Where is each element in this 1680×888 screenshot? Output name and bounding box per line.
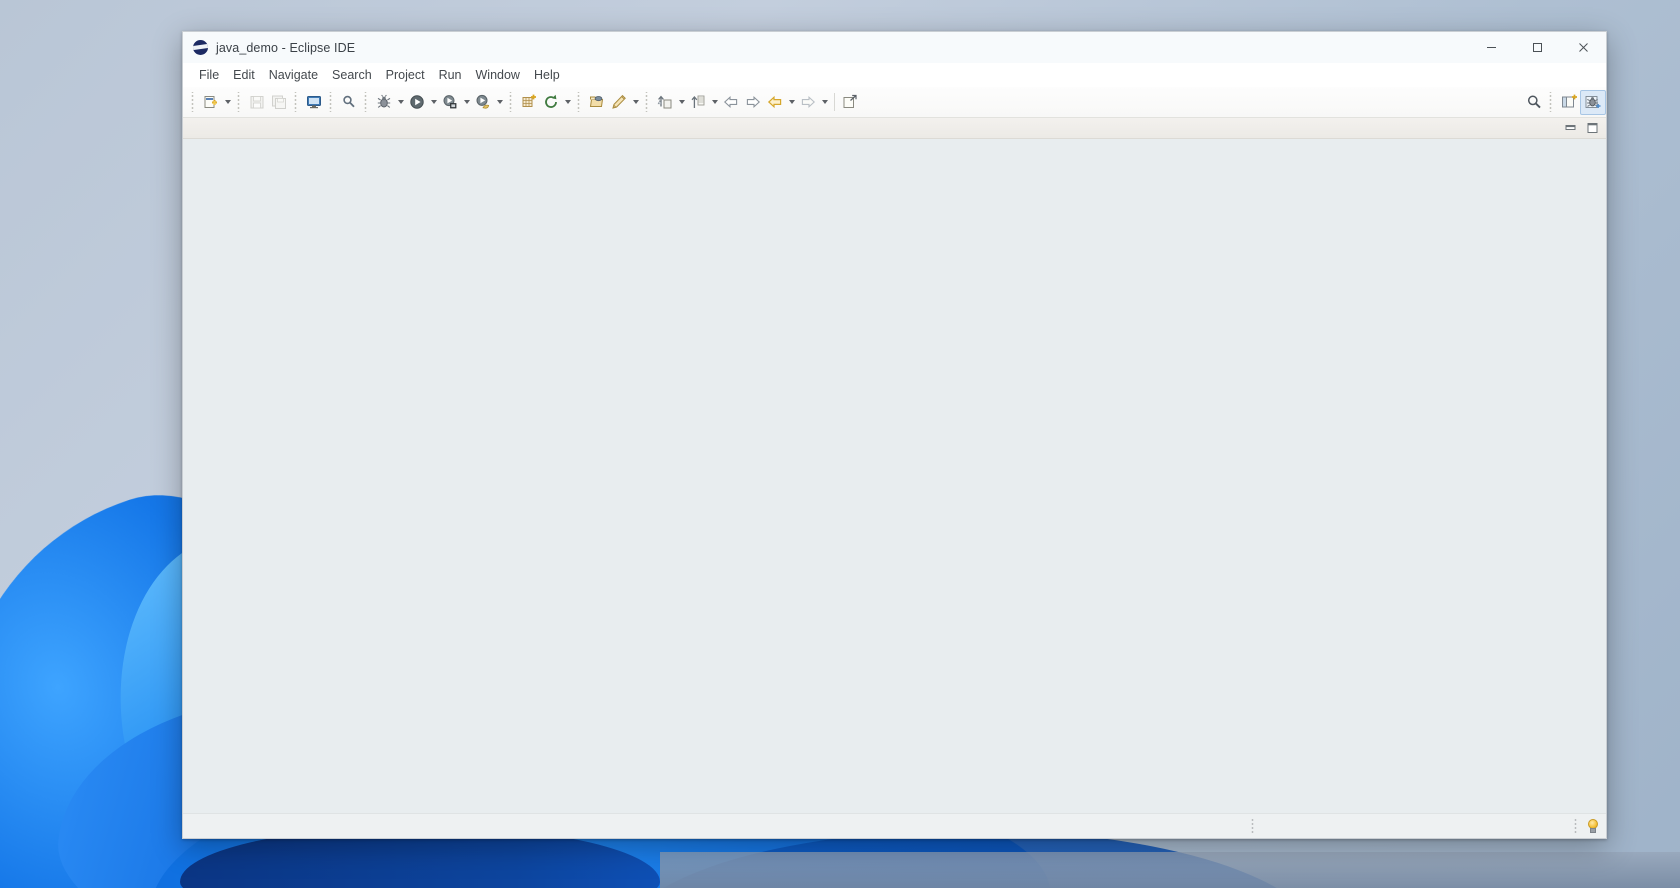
toolbar-grip-8[interactable] [644, 92, 651, 112]
save-all-icon [268, 91, 290, 113]
previous-edit-location-icon[interactable] [720, 91, 742, 113]
menu-window[interactable]: Window [469, 65, 527, 85]
save-icon [246, 91, 268, 113]
previous-annotation-dropdown-arrow[interactable] [709, 91, 720, 113]
profile-dropdown-arrow[interactable] [461, 91, 472, 113]
tip-lightbulb-icon[interactable] [1586, 818, 1600, 834]
minimize-icon[interactable] [1468, 32, 1514, 63]
toolbar-grip-9[interactable] [1548, 92, 1555, 112]
next-annotation-dropdown-arrow[interactable] [676, 91, 687, 113]
toolbar-grip-2[interactable] [236, 92, 243, 112]
menu-run[interactable]: Run [432, 65, 469, 85]
new-java-project-icon[interactable] [518, 91, 540, 113]
coverage-dropdown-arrow[interactable] [494, 91, 505, 113]
search-pencil-dropdown-arrow[interactable] [630, 91, 641, 113]
eclipse-main-window: java_demo - Eclipse IDE File Edit Naviga… [182, 31, 1607, 839]
maximize-editor-area-icon[interactable] [1586, 122, 1599, 135]
refresh-dropdown-arrow[interactable] [562, 91, 573, 113]
close-icon[interactable] [1560, 32, 1606, 63]
forward-navigation-icon [797, 91, 819, 113]
menu-navigate[interactable]: Navigate [262, 65, 325, 85]
menubar: File Edit Navigate Search Project Run Wi… [183, 63, 1606, 87]
console-icon[interactable] [303, 91, 325, 113]
status-drag-handle-right-icon[interactable] [1574, 818, 1580, 834]
status-drag-handle-icon[interactable] [1251, 818, 1257, 834]
eclipse-logo-icon [193, 40, 208, 55]
open-perspective-icon[interactable] [1558, 91, 1580, 113]
empty-editor-area[interactable] [183, 139, 1606, 813]
external-tools-icon[interactable] [839, 91, 861, 113]
next-annotation-icon[interactable] [654, 91, 676, 113]
editor-area-toolbar [183, 118, 1606, 139]
run-play-icon[interactable] [406, 91, 428, 113]
maximize-icon[interactable] [1514, 32, 1560, 63]
open-type-icon[interactable] [586, 91, 608, 113]
toolbar-grip-7[interactable] [576, 92, 583, 112]
toolbar-grip[interactable] [190, 92, 197, 112]
refresh-sync-icon[interactable] [540, 91, 562, 113]
new-wizard-icon[interactable] [200, 91, 222, 113]
back-navigation-dropdown-arrow[interactable] [786, 91, 797, 113]
toolbar-separator [834, 93, 835, 111]
run-dropdown-arrow[interactable] [428, 91, 439, 113]
window-titlebar[interactable]: java_demo - Eclipse IDE [183, 32, 1606, 63]
forward-navigation-dropdown-arrow[interactable] [819, 91, 830, 113]
menu-help[interactable]: Help [527, 65, 567, 85]
search-pencil-icon[interactable] [608, 91, 630, 113]
main-toolbar [183, 87, 1606, 118]
back-navigation-icon[interactable] [764, 91, 786, 113]
coverage-icon[interactable] [472, 91, 494, 113]
next-edit-location-icon[interactable] [742, 91, 764, 113]
debug-dropdown-arrow[interactable] [395, 91, 406, 113]
menu-project[interactable]: Project [379, 65, 432, 85]
toolbar-grip-4[interactable] [328, 92, 335, 112]
menu-file[interactable]: File [192, 65, 226, 85]
menu-edit[interactable]: Edit [226, 65, 262, 85]
debug-bug-icon[interactable] [373, 91, 395, 113]
window-title: java_demo - Eclipse IDE [216, 40, 356, 55]
toolbar-grip-3[interactable] [293, 92, 300, 112]
quick-access-search-icon[interactable] [1523, 91, 1545, 113]
link-search-icon[interactable] [338, 91, 360, 113]
profile-icon[interactable] [439, 91, 461, 113]
new-wizard-dropdown-arrow[interactable] [222, 91, 233, 113]
toolbar-grip-6[interactable] [508, 92, 515, 112]
desktop-lower-sheen [660, 852, 1680, 888]
menu-search[interactable]: Search [325, 65, 379, 85]
toolbar-grip-5[interactable] [363, 92, 370, 112]
status-bar [183, 813, 1606, 838]
status-bar-right [1574, 818, 1600, 834]
perspective-debug-icon[interactable] [1580, 89, 1606, 115]
minimize-editor-area-icon[interactable] [1564, 122, 1577, 135]
previous-annotation-icon[interactable] [687, 91, 709, 113]
window-controls [1468, 32, 1606, 63]
